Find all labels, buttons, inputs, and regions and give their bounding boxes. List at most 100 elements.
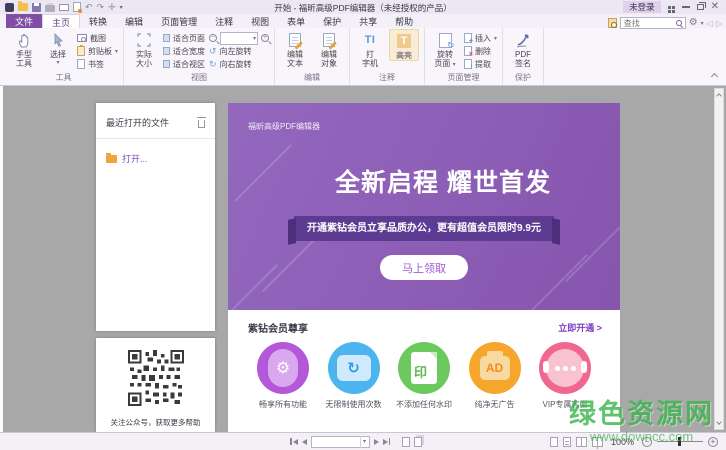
tab-home[interactable]: 主页 — [42, 14, 81, 28]
page-navigation: ▾ — [290, 433, 422, 450]
save-icon[interactable] — [32, 2, 41, 12]
layout-grid-icon[interactable] — [667, 5, 671, 9]
fit-page-button[interactable]: 适合页面 — [163, 32, 205, 44]
open-file-icon[interactable] — [18, 1, 28, 11]
ribbon-collapse-icon[interactable] — [710, 72, 719, 81]
tab-file[interactable]: 文件 — [6, 14, 43, 28]
zoom-slider[interactable] — [657, 437, 703, 446]
actual-size-button[interactable]: 实际 大小 — [129, 29, 159, 68]
feature-no-watermark: 印 不添加任何水印 — [391, 342, 457, 410]
login-status-badge[interactable]: 未登录 — [623, 1, 661, 13]
zoom-slider-thumb[interactable] — [678, 437, 681, 446]
page-mode-stack-icon[interactable] — [414, 436, 422, 447]
find-next-icon[interactable]: ▷ — [716, 19, 722, 28]
qr-caption: 关注公众号，获取更多帮助 — [110, 418, 201, 427]
insert-page-button[interactable]: 插入 ▾ — [464, 32, 497, 45]
tab-page-manage[interactable]: 页面管理 — [152, 14, 206, 28]
tab-view[interactable]: 视图 — [242, 14, 278, 28]
group-label-protect: 保护 — [515, 73, 532, 82]
actual-size-icon — [137, 31, 151, 49]
select-tool-button[interactable]: 选择 ▾ — [43, 29, 73, 68]
clipboard-button[interactable]: 剪贴板 ▾ — [77, 45, 118, 57]
gear-icon[interactable]: ⚙ — [689, 18, 698, 28]
start-page: 最近打开的文件 打开... 关注公众号，获取更多帮助 福昕高级PDF编辑器 全新… — [0, 86, 726, 444]
ribbon-group-view: 实际 大小 适合页面 适合宽度 适合视区 − ▾ + ↺ 向左旋转 ↻ 向右旋转… — [124, 28, 276, 85]
next-page-button[interactable] — [373, 438, 379, 445]
edit-text-icon — [289, 33, 302, 47]
zoom-out-icon[interactable]: − — [209, 34, 218, 42]
delete-page-button[interactable]: 删除 — [464, 45, 497, 58]
search-icon[interactable] — [675, 20, 682, 26]
subscribe-now-link[interactable]: 立即开通 > — [558, 321, 602, 334]
gear-caret-icon[interactable]: ▾ — [701, 20, 704, 27]
typewriter-button[interactable]: TI 打 字机 — [355, 29, 385, 68]
zoom-level-combo[interactable]: ▾ — [220, 31, 259, 45]
vertical-scrollbar[interactable] — [714, 88, 724, 430]
scroll-down-icon[interactable] — [716, 419, 722, 425]
promo-banner[interactable]: 福昕高级PDF编辑器 全新启程 耀世首发 开通紫钻会员立享品质办公，更有超值会员… — [228, 103, 620, 310]
fit-visible-button[interactable]: 适合视区 — [163, 58, 205, 70]
tab-edit[interactable]: 编辑 — [116, 14, 152, 28]
bookmark-button[interactable]: 书签 — [77, 58, 118, 70]
facing-view-icon[interactable] — [575, 436, 587, 447]
snapshot-button[interactable]: 截图 — [77, 32, 118, 44]
zoom-percent[interactable]: 100% — [611, 437, 634, 447]
edit-text-button[interactable]: 编辑 文本 — [280, 29, 310, 68]
last-page-button[interactable] — [382, 438, 390, 445]
first-page-button[interactable] — [290, 438, 298, 445]
banner-stripe — [529, 254, 588, 310]
qat-more-caret-icon[interactable]: ▾ — [120, 4, 123, 11]
zoom-out-button[interactable]: − — [642, 436, 652, 447]
print-icon[interactable] — [45, 2, 55, 12]
rotate-left-button[interactable]: ↺ 向左旋转 — [209, 45, 269, 57]
clipboard-caret-icon: ▾ — [115, 48, 119, 55]
previous-page-button[interactable] — [301, 438, 307, 445]
edit-object-button[interactable]: 编辑 对象 — [314, 29, 344, 68]
tab-convert[interactable]: 转换 — [80, 14, 116, 28]
find-previous-icon[interactable]: ◁ — [707, 19, 713, 28]
vip-features: ⚙ 畅享所有功能 ↻ 无限制使用次数 印 不添加任何水印 AD 纯净无广告 VI… — [228, 335, 620, 410]
claim-now-button[interactable]: 马上领取 — [380, 255, 468, 280]
single-page-view-icon[interactable] — [549, 436, 558, 447]
zoom-in-icon[interactable]: + — [261, 34, 270, 42]
ribbon-tab-bar: 文件 主页 转换 编辑 页面管理 注释 视图 表单 保护 共享 帮助 ⚙ ▾ ◁… — [0, 14, 726, 29]
minimize-button[interactable] — [681, 6, 690, 8]
ribbon-group-edit: 编辑 文本 编辑 对象 编辑 — [275, 28, 351, 85]
redo-icon[interactable]: ↷ — [97, 2, 105, 12]
pdf-sign-icon — [515, 31, 531, 49]
tab-form[interactable]: 表单 — [278, 14, 314, 28]
group-label-comment: 注释 — [379, 73, 396, 82]
continuous-view-icon[interactable] — [562, 436, 571, 447]
hand-tool-button[interactable]: 手型 工具 — [9, 29, 39, 68]
clear-recent-trash-icon[interactable] — [197, 116, 206, 128]
rotate-right-button[interactable]: ↻ 向右旋转 — [209, 58, 269, 70]
page-number-caret-icon[interactable]: ▾ — [359, 435, 369, 448]
app-logo-icon[interactable] — [5, 2, 14, 12]
refresh-icon: ↻ — [327, 342, 380, 394]
fit-width-button[interactable]: 适合宽度 — [163, 45, 205, 57]
tab-comment[interactable]: 注释 — [206, 14, 242, 28]
close-button[interactable]: ✕ — [711, 2, 719, 12]
facing-continuous-view-icon[interactable] — [591, 436, 603, 447]
tab-help[interactable]: 帮助 — [386, 14, 422, 28]
new-document-icon[interactable] — [73, 2, 82, 13]
rotate-pages-button[interactable]: 旋转 页面 ▾ — [430, 29, 460, 70]
email-icon[interactable] — [59, 3, 69, 11]
banner-ribbon-text: 开通紫钻会员立享品质办公，更有超值会员限时9.9元 — [294, 216, 554, 241]
open-file-row[interactable]: 打开... — [96, 139, 215, 178]
extract-page-button[interactable]: 提取 — [464, 58, 497, 71]
pdf-sign-button[interactable]: PDF 签名 — [508, 29, 538, 68]
hand-quick-icon[interactable]: ✛ — [108, 2, 116, 12]
scroll-up-icon[interactable] — [716, 93, 722, 99]
find-in-doc-icon[interactable] — [607, 18, 617, 28]
page-mode-icon[interactable] — [402, 436, 410, 447]
undo-icon[interactable]: ↶ — [85, 2, 93, 12]
vip-section: 紫钻会员尊享 立即开通 > ⚙ 畅享所有功能 ↻ 无限制使用次数 印 不添加任何… — [228, 310, 620, 432]
page-number-input[interactable] — [311, 436, 360, 447]
select-cursor-icon — [53, 31, 64, 49]
zoom-in-button[interactable]: + — [708, 436, 718, 447]
restore-button[interactable] — [696, 2, 706, 10]
highlight-button[interactable]: T 高亮 — [389, 29, 420, 61]
tab-protect[interactable]: 保护 — [314, 14, 350, 28]
tab-share[interactable]: 共享 — [350, 14, 386, 28]
